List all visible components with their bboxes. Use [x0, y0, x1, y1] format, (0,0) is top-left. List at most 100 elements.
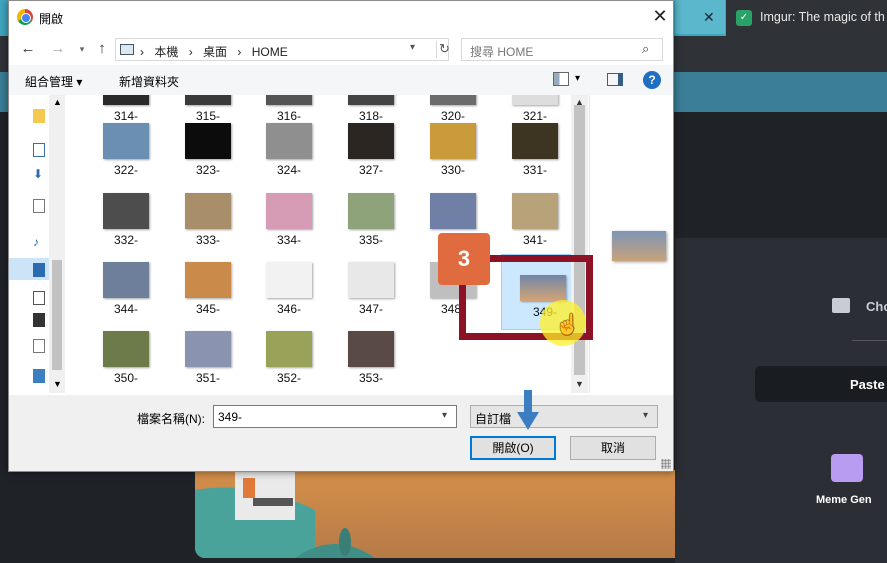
search-input[interactable]: 搜尋 HOME ⌕ — [461, 38, 663, 61]
breadcrumb-item[interactable]: 本機 — [154, 45, 178, 59]
music-icon[interactable]: ♪ — [33, 235, 45, 249]
browser-tab-imgur[interactable]: ✓ Imgur: The magic of th — [726, 0, 887, 36]
tab-close-icon[interactable]: ✕ — [703, 9, 715, 26]
file-scrollbar[interactable]: ▲ ▼ — [571, 95, 588, 393]
network-icon[interactable] — [33, 369, 45, 383]
file-name: 352- — [276, 371, 302, 385]
file-thumbnail — [266, 262, 312, 298]
filetype-value: 自訂檔 — [475, 412, 512, 426]
download-icon[interactable]: ⬇ — [33, 167, 45, 181]
file-item[interactable]: 344- — [95, 262, 157, 328]
file-thumbnail — [103, 331, 149, 367]
file-item[interactable]: 332- — [95, 193, 157, 259]
file-item[interactable]: 330- — [422, 123, 484, 189]
meme-gen-label[interactable]: Meme Gen — [816, 494, 872, 506]
file-thumbnail — [103, 95, 149, 105]
breadcrumb-sep: › — [237, 45, 242, 59]
nav-scrollbar[interactable]: ▲ ▼ — [49, 95, 65, 393]
choose-photo-label[interactable]: Cho — [866, 299, 887, 314]
file-thumbnail — [266, 193, 312, 229]
document-icon[interactable] — [33, 199, 45, 213]
search-placeholder: 搜尋 HOME — [470, 45, 534, 59]
file-thumbnail — [512, 123, 558, 159]
refresh-icon[interactable]: ↻ — [436, 41, 452, 58]
image-icon — [832, 298, 850, 313]
cancel-button[interactable]: 取消 — [570, 436, 656, 460]
scroll-down-icon[interactable]: ▼ — [53, 379, 62, 389]
forward-arrow-icon[interactable]: → — [49, 39, 67, 59]
file-name: 330- — [440, 163, 466, 177]
file-item[interactable]: 351- — [177, 331, 239, 393]
file-thumbnail — [348, 331, 394, 367]
breadcrumb-item[interactable]: 桌面 — [203, 45, 227, 59]
file-item[interactable]: 322- — [95, 123, 157, 189]
folder-icon[interactable] — [33, 109, 45, 123]
title-bar: 開啟 ✕ — [9, 1, 673, 33]
file-name: 333- — [195, 233, 221, 247]
file-name: 322- — [113, 163, 139, 177]
file-item[interactable]: 347- — [340, 262, 402, 328]
chevron-down-icon[interactable]: ▾ — [643, 410, 648, 421]
browser-tab-previous[interactable] — [675, 0, 725, 34]
file-name: 346- — [276, 302, 302, 316]
hand-pointer-icon: ☝ — [555, 314, 580, 336]
imgur-icon: ✓ — [736, 10, 752, 26]
view-options-icon[interactable] — [553, 72, 569, 86]
desktop-icon[interactable] — [33, 263, 45, 277]
address-bar[interactable]: › 本機 › 桌面 › HOME ▾ ↻ — [115, 38, 452, 61]
file-item[interactable]: 334- — [258, 193, 320, 259]
file-item[interactable]: 341- — [504, 193, 566, 259]
file-item[interactable]: 323- — [177, 123, 239, 189]
file-thumbnail — [103, 262, 149, 298]
step-number-badge: 3 — [438, 233, 490, 285]
filename-value[interactable]: 349- — [218, 410, 242, 424]
file-item[interactable]: 324- — [258, 123, 320, 189]
file-item[interactable]: 352- — [258, 331, 320, 393]
file-item[interactable]: 331- — [504, 123, 566, 189]
help-icon[interactable]: ? — [643, 71, 661, 89]
chevron-down-icon[interactable]: ▾ — [410, 42, 415, 53]
video-icon[interactable] — [33, 313, 45, 327]
chevron-down-icon[interactable]: ▾ — [442, 410, 447, 421]
file-thumbnail — [348, 95, 394, 105]
filename-label: 檔案名稱(N): — [137, 412, 205, 426]
file-item[interactable]: 333- — [177, 193, 239, 259]
scroll-up-icon[interactable]: ▲ — [53, 97, 62, 107]
filename-field[interactable]: 349- ▾ — [213, 405, 457, 428]
file-item[interactable]: 346- — [258, 262, 320, 328]
computer-icon[interactable] — [33, 143, 45, 157]
drive-icon[interactable] — [33, 339, 45, 353]
file-thumbnail — [430, 95, 476, 105]
resize-grip-icon[interactable] — [661, 459, 671, 469]
filetype-select[interactable]: 自訂檔 ▾ — [470, 405, 658, 428]
new-folder-button[interactable]: 新增資料夾 — [119, 73, 179, 90]
chevron-down-icon[interactable]: ▾ — [575, 73, 580, 84]
breadcrumb-item[interactable]: HOME — [252, 45, 288, 59]
file-name: 334- — [276, 233, 302, 247]
file-thumbnail — [348, 262, 394, 298]
organize-button[interactable]: 組合管理 ▾ — [25, 73, 82, 90]
preview-pane-icon[interactable] — [607, 73, 623, 86]
file-item[interactable]: 350- — [95, 331, 157, 393]
open-button[interactable]: 開啟(O) — [470, 436, 556, 460]
preview-image — [612, 231, 666, 261]
pictures-icon[interactable] — [33, 291, 45, 305]
file-item[interactable]: 335- — [340, 193, 402, 259]
file-thumbnail — [348, 123, 394, 159]
meme-gen-icon[interactable] — [831, 454, 863, 482]
scroll-thumb[interactable] — [52, 260, 62, 370]
tab-title: Imgur: The magic of th — [760, 10, 885, 24]
paste-label[interactable]: Paste — [850, 377, 885, 392]
up-arrow-icon[interactable]: ↑ — [93, 39, 111, 59]
file-name: 327- — [358, 163, 384, 177]
file-thumbnail — [103, 123, 149, 159]
file-item[interactable]: 345- — [177, 262, 239, 328]
scroll-down-icon[interactable]: ▼ — [575, 379, 584, 389]
close-icon[interactable]: ✕ — [649, 5, 671, 27]
file-item[interactable]: 327- — [340, 123, 402, 189]
chevron-down-icon[interactable]: ▾ — [73, 39, 91, 59]
file-thumbnail — [512, 193, 558, 229]
file-name: 351- — [195, 371, 221, 385]
file-item[interactable]: 353- — [340, 331, 402, 393]
back-arrow-icon[interactable]: ← — [19, 39, 37, 59]
